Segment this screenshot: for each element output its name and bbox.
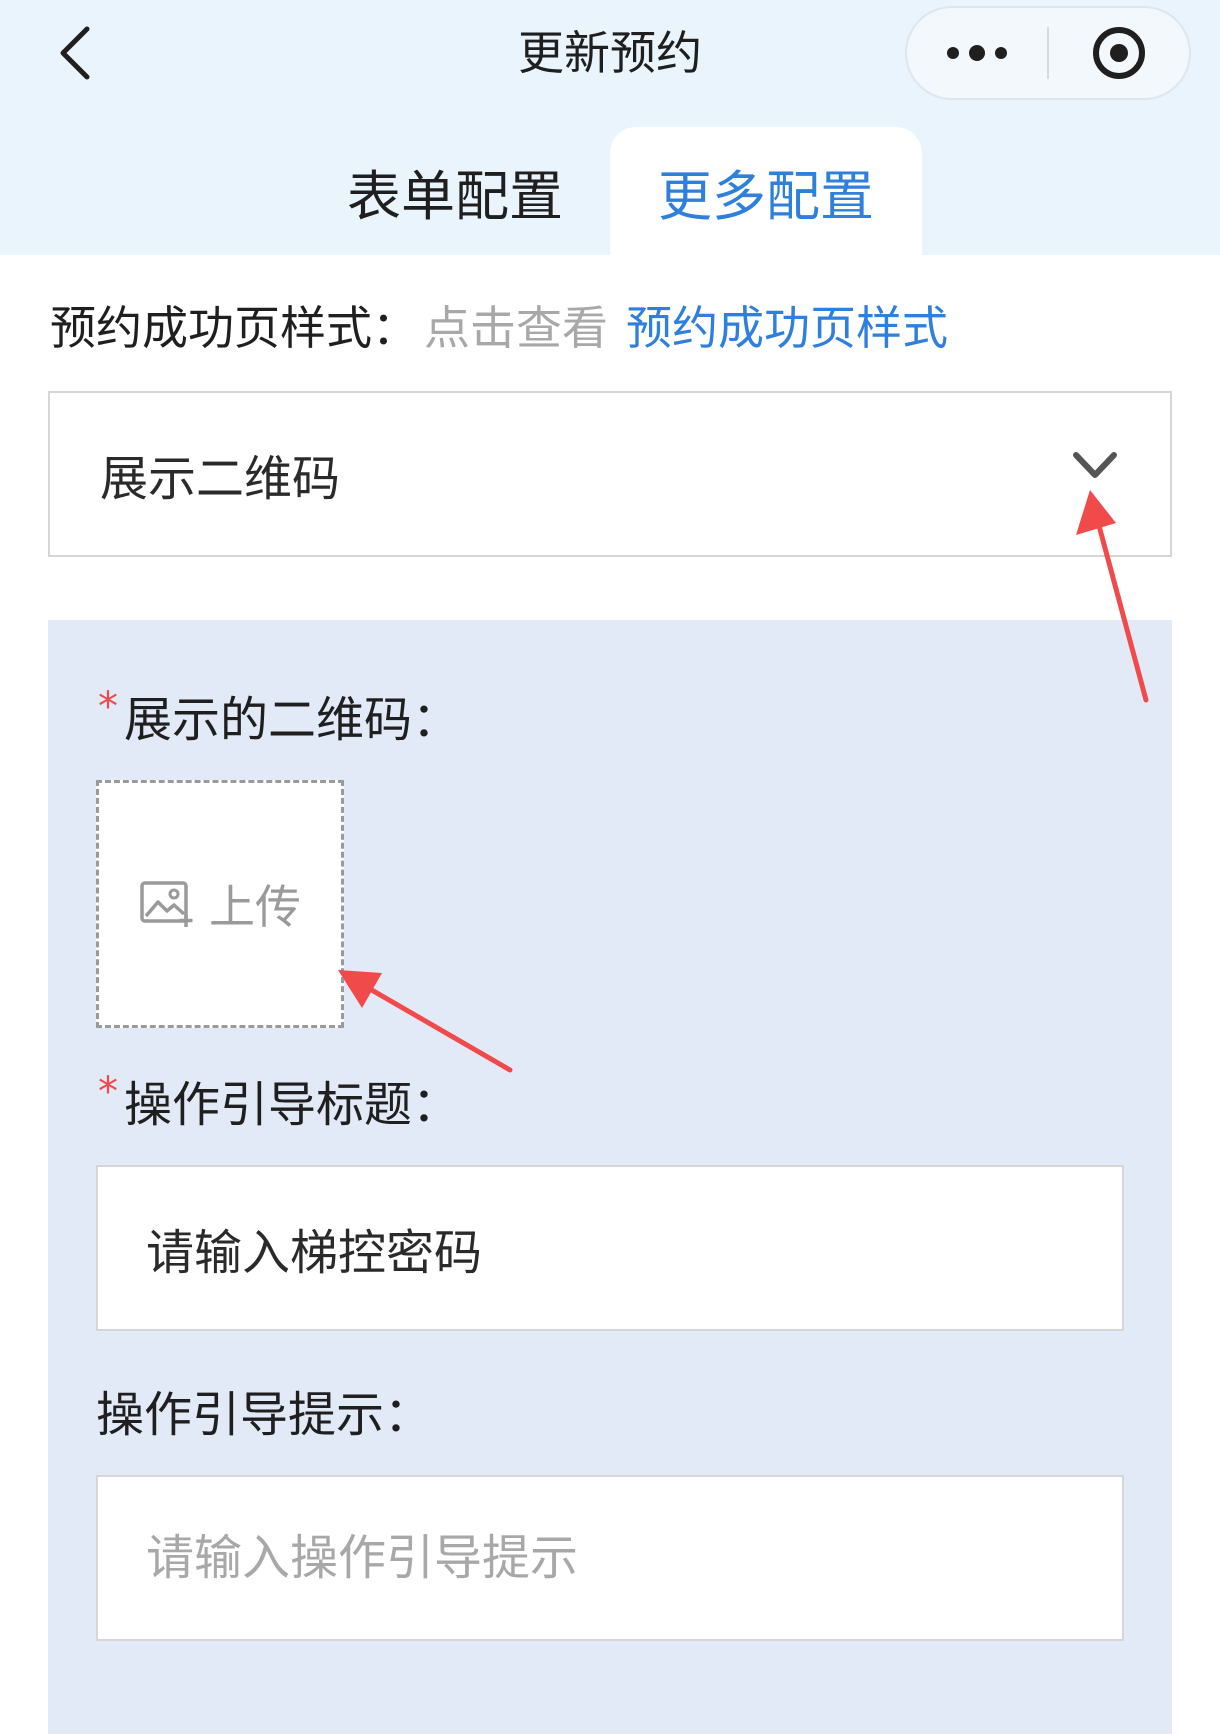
qr-field-label-text: 展示的二维码：: [124, 692, 461, 748]
qr-config-panel: * 展示的二维码： 上传 * 操作引导标题： 操作引导提示：: [48, 620, 1172, 1734]
chevron-left-icon: [60, 26, 90, 80]
success-style-link[interactable]: 预约成功页样式: [626, 292, 948, 358]
tab-more-config[interactable]: 更多配置: [610, 127, 922, 255]
guide-title-input[interactable]: [96, 1165, 1124, 1331]
more-dots-icon: [947, 45, 1007, 61]
success-style-label: 预约成功页样式：: [50, 301, 418, 355]
success-style-hint: 点击查看: [424, 301, 608, 355]
chevron-down-icon[interactable]: [1070, 445, 1120, 485]
required-mark: *: [98, 684, 118, 730]
close-mini-program-button[interactable]: [1049, 8, 1189, 98]
back-button[interactable]: [40, 18, 110, 88]
mini-program-capsule: [905, 6, 1191, 100]
success-style-row: 预约成功页样式： 点击查看 预约成功页样式: [50, 290, 948, 360]
display-type-value: 展示二维码: [100, 451, 341, 507]
guide-title-label-text: 操作引导标题：: [124, 1077, 461, 1133]
guide-hint-label: 操作引导提示：: [96, 1375, 432, 1445]
guide-title-label: * 操作引导标题：: [98, 1065, 460, 1135]
target-circle-icon: [1092, 27, 1145, 79]
tab-form-config[interactable]: 表单配置: [300, 127, 610, 255]
required-mark: *: [98, 1069, 118, 1115]
top-bar: 更新预约 表单配置 更多配置: [0, 0, 1220, 255]
image-add-icon: [140, 881, 193, 927]
guide-hint-input[interactable]: [96, 1475, 1124, 1641]
qr-upload-button[interactable]: 上传: [96, 780, 344, 1028]
upload-label: 上传: [209, 880, 301, 934]
qr-field-label: * 展示的二维码：: [98, 680, 460, 750]
more-options-button[interactable]: [907, 8, 1047, 98]
guide-hint-label-text: 操作引导提示：: [96, 1387, 433, 1443]
display-type-select[interactable]: 展示二维码: [48, 391, 1172, 557]
